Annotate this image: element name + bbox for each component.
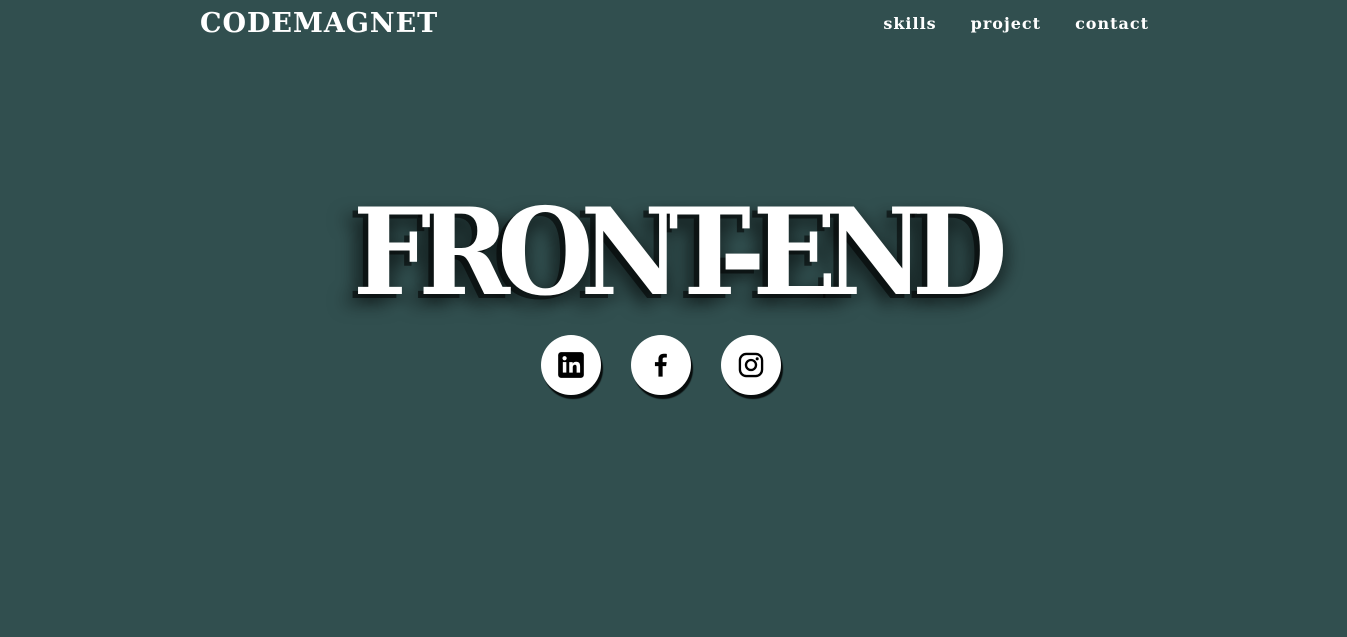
nav-link-contact[interactable]: contact xyxy=(1075,12,1149,36)
social-links xyxy=(541,335,781,395)
linkedin-icon xyxy=(558,352,584,378)
nav-link-skills[interactable]: skills xyxy=(883,12,936,36)
hero-title: FRONT-END xyxy=(352,182,1008,323)
linkedin-button[interactable] xyxy=(541,335,601,395)
main-nav: skills project contact xyxy=(883,12,1149,36)
facebook-icon xyxy=(654,353,667,377)
logo[interactable]: CODEMAGNET xyxy=(200,6,438,42)
hero: FRONT-END xyxy=(0,188,1347,318)
nav-link-project[interactable]: project xyxy=(971,12,1041,36)
facebook-button[interactable] xyxy=(631,335,691,395)
instagram-button[interactable] xyxy=(721,335,781,395)
page: CODEMAGNET skills project contact FRONT-… xyxy=(0,0,1347,637)
instagram-icon xyxy=(738,352,764,378)
